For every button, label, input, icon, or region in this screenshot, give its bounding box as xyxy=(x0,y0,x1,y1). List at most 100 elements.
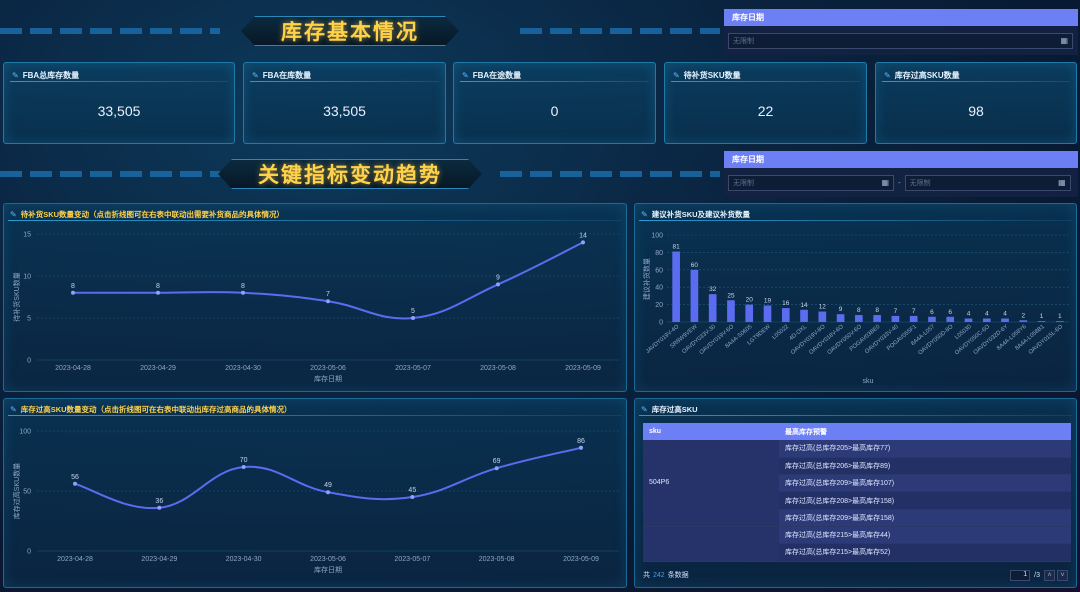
alert-cell: 库存过高(总库存215>最高库存52) xyxy=(779,543,1071,562)
series-line xyxy=(72,241,584,320)
kpi-card-restock-sku: ✎ 待补货SKU数量 22 xyxy=(664,62,867,144)
data-label: 9 xyxy=(496,274,500,281)
x-tick-label: 2023-05-07 xyxy=(395,365,431,372)
chevron-down-icon[interactable]: ˅ xyxy=(1057,569,1068,581)
banner-plate: 关键指标变动趋势 xyxy=(218,159,482,189)
y-tick-label: 60 xyxy=(655,267,663,274)
section-title: 关键指标变动趋势 xyxy=(258,163,442,187)
sku-cell: 504P6 xyxy=(643,440,779,527)
page-number-input[interactable]: 1 xyxy=(1010,569,1031,581)
banner-decoration xyxy=(0,28,220,34)
x-tick-label: 2023-04-28 xyxy=(55,365,91,372)
chevron-up-icon[interactable]: ˄ xyxy=(1044,569,1055,581)
calendar-icon[interactable]: ▦ xyxy=(1058,178,1066,187)
data-label: 14 xyxy=(800,302,808,309)
x-tick-label: 2023-04-28 xyxy=(57,556,93,563)
data-label: 1 xyxy=(1040,313,1044,320)
restock-line-chart[interactable]: 0 5 10 15 待补货SKU数量 8 2023-04-28 8 2023-04-29 8 202… xyxy=(4,204,628,393)
kpi-card-fba-instock: ✎ FBA在库数量 33,505 xyxy=(243,62,446,144)
table-row[interactable]: 504P6 库存过高(总库存205>最高库存77) xyxy=(643,440,1071,527)
data-label: 19 xyxy=(764,297,772,304)
bar xyxy=(800,309,808,322)
sku-cell xyxy=(643,526,779,562)
kpi-value: 33,505 xyxy=(323,103,366,119)
data-label: 7 xyxy=(894,308,898,315)
bar xyxy=(891,315,900,322)
date-input[interactable]: 无限制 ▦ xyxy=(728,32,1073,49)
section-banner-trends: 关键指标变动趋势 xyxy=(0,157,720,191)
y-tick-label: 80 xyxy=(655,250,663,257)
filter-label: 库存日期 xyxy=(724,151,1078,168)
pen-icon: ✎ xyxy=(12,71,19,80)
data-label: 4 xyxy=(1003,311,1007,318)
data-point xyxy=(410,495,415,499)
data-point xyxy=(494,466,499,471)
data-label: 16 xyxy=(782,300,790,307)
section-banner-inventory: 库存基本情况 xyxy=(0,14,720,48)
bar xyxy=(727,300,735,322)
bar xyxy=(855,315,863,322)
data-point xyxy=(326,490,330,495)
alert-cell: 库存过高(总库存215>最高库存44) xyxy=(779,526,1071,545)
kpi-value: 98 xyxy=(968,103,984,119)
kpi-value: 0 xyxy=(550,103,559,119)
kpi-title: FBA在库数量 xyxy=(262,71,312,80)
x-tick-label: 2023-04-29 xyxy=(140,365,176,372)
y-tick-label: 5 xyxy=(27,316,31,323)
date-placeholder: 无限制 xyxy=(733,37,754,45)
bar xyxy=(1037,321,1046,322)
bar xyxy=(909,315,918,322)
data-point xyxy=(241,290,245,295)
bar xyxy=(745,304,754,322)
divider xyxy=(10,81,228,82)
data-label: 9 xyxy=(839,306,843,313)
x-axis-title: sku xyxy=(863,378,874,385)
data-label: 60 xyxy=(691,262,699,269)
data-label: 4 xyxy=(967,311,971,318)
x-tick-label: L05022 xyxy=(771,324,790,341)
data-label: 12 xyxy=(819,304,827,311)
y-tick-label: 100 xyxy=(19,429,31,436)
y-tick-label: 20 xyxy=(655,302,663,309)
data-label: 69 xyxy=(493,458,501,465)
table-row[interactable]: 库存过高(总库存215>最高库存44) xyxy=(643,526,1071,562)
start-date-input[interactable]: 无限制 ▦ xyxy=(728,174,894,191)
y-tick-label: 0 xyxy=(659,320,663,327)
calendar-icon[interactable]: ▦ xyxy=(1060,36,1068,45)
kpi-card-fba-total: ✎ FBA总库存数量 33,505 xyxy=(3,62,235,144)
data-label: 81 xyxy=(673,244,681,251)
filter-label: 库存日期 xyxy=(724,9,1078,26)
end-date-input[interactable]: 无限制 ▦ xyxy=(904,174,1071,191)
page-count: /3 xyxy=(1034,571,1040,579)
column-header-sku[interactable]: sku xyxy=(643,423,779,440)
x-tick-label: 2023-05-08 xyxy=(480,365,516,372)
divider xyxy=(639,415,1072,416)
banner-decoration xyxy=(520,28,720,34)
kpi-card-fba-intransit: ✎ FBA在途数量 0 xyxy=(453,62,656,144)
column-header-alert[interactable]: 最高库存预警 xyxy=(779,423,1071,440)
data-point xyxy=(496,282,500,287)
y-tick-label: 50 xyxy=(23,489,31,496)
calendar-icon[interactable]: ▦ xyxy=(881,178,889,187)
overstock-line-chart[interactable]: 0 50 100 库存过高SKU数量 56 2023-04-28 36 2023-04-29 7… xyxy=(4,399,628,589)
chart-panel-restock-bars: ✎ 建议补货SKU及建议补货数量 0 20 40 60 80 100 建议补货数量 81 JAVD… xyxy=(634,203,1077,392)
data-point xyxy=(157,505,162,510)
data-label: 5 xyxy=(411,308,415,315)
bar xyxy=(873,315,881,322)
pager-suffix: 条数据 xyxy=(667,572,689,579)
bar xyxy=(781,308,790,322)
data-label: 49 xyxy=(324,482,332,489)
banner-decoration xyxy=(500,171,720,177)
data-label: 86 xyxy=(577,438,585,445)
date-filter-trends: 库存日期 无限制 ▦ - 无限制 ▦ xyxy=(724,151,1078,197)
kpi-value: 33,505 xyxy=(97,103,141,119)
data-label: 56 xyxy=(71,474,79,481)
data-label: 36 xyxy=(155,498,163,505)
pen-icon: ✎ xyxy=(252,71,259,80)
x-axis-title: 库存日期 xyxy=(314,374,342,383)
divider xyxy=(671,81,860,82)
series-line xyxy=(74,446,582,510)
banner-plate: 库存基本情况 xyxy=(241,16,459,46)
restock-bar-chart[interactable]: 020406080100建议补货数量81JAVDY019V-4O60SR8W9V… xyxy=(635,204,1078,393)
x-tick-label: 2023-04-30 xyxy=(226,556,262,563)
